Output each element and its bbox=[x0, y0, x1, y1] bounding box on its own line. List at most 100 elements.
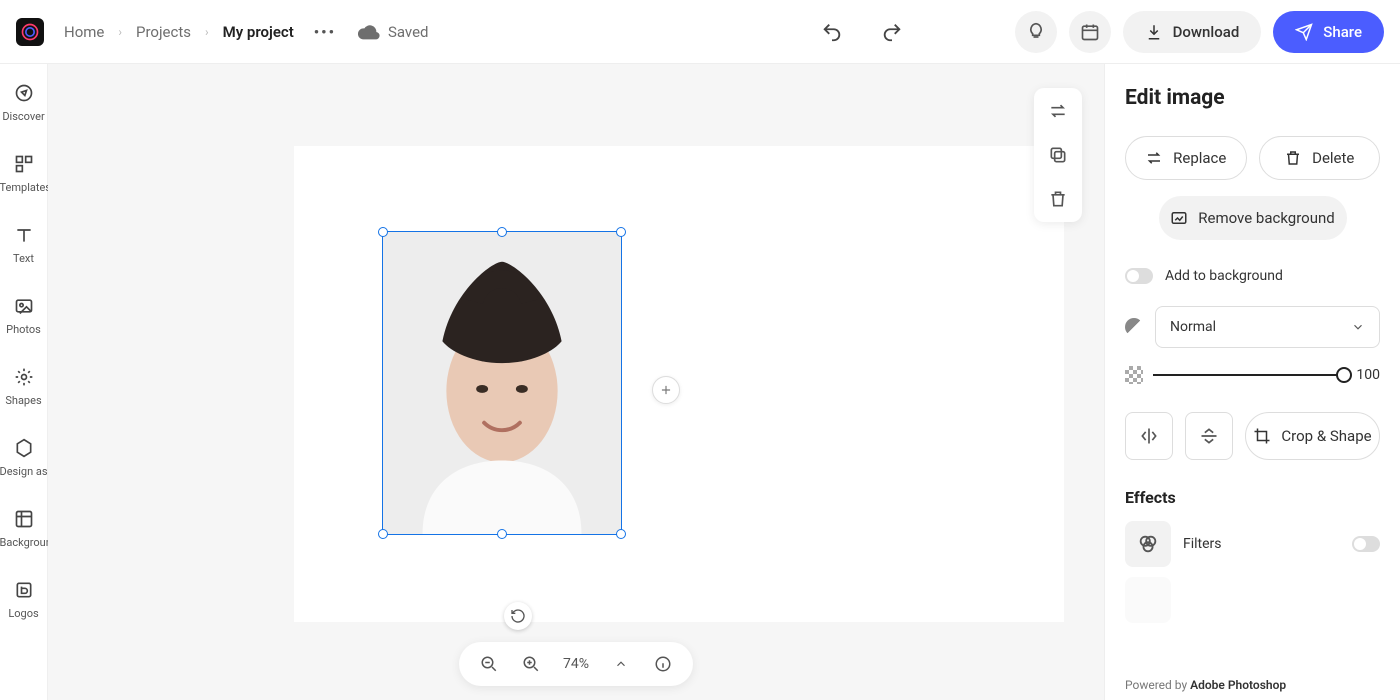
photos-icon bbox=[13, 295, 35, 317]
top-bar: Home › Projects › My project ••• Saved bbox=[0, 0, 1400, 64]
delete-label: Delete bbox=[1312, 149, 1354, 167]
rail-label: Text bbox=[0, 252, 48, 265]
resize-handle[interactable] bbox=[497, 529, 507, 539]
zoom-out-button[interactable] bbox=[479, 654, 499, 674]
app-logo[interactable] bbox=[16, 18, 44, 46]
blend-mode-select[interactable]: Normal bbox=[1155, 306, 1380, 348]
rail-label: Photos bbox=[0, 323, 48, 336]
rail-label: Shapes bbox=[0, 394, 48, 407]
powered-by: Powered by Adobe Photoshop bbox=[1125, 678, 1286, 692]
cloud-icon bbox=[358, 24, 380, 40]
info-button[interactable] bbox=[653, 654, 673, 674]
assets-icon bbox=[13, 437, 35, 459]
filters-label: Filters bbox=[1183, 536, 1340, 552]
hints-button[interactable] bbox=[1015, 11, 1057, 53]
zoom-level: 74% bbox=[563, 656, 589, 672]
replace-label: Replace bbox=[1173, 149, 1226, 167]
right-panel: Edit image Replace Delete Remove backgro… bbox=[1104, 64, 1400, 700]
chevron-down-icon bbox=[1351, 320, 1365, 334]
resize-handle[interactable] bbox=[616, 227, 626, 237]
undo-button[interactable] bbox=[811, 11, 853, 53]
zoom-menu-button[interactable] bbox=[611, 654, 631, 674]
swap-icon[interactable] bbox=[1047, 100, 1069, 122]
rail-backgrounds[interactable]: Backgrounds bbox=[0, 508, 48, 549]
rail-label: Backgrounds bbox=[0, 536, 48, 549]
rail-shapes[interactable]: Shapes bbox=[0, 366, 48, 407]
shapes-icon bbox=[13, 366, 35, 388]
download-icon bbox=[1145, 23, 1163, 41]
logos-icon bbox=[13, 579, 35, 601]
rail-design-assets[interactable]: Design assets bbox=[0, 437, 48, 478]
remove-bg-icon bbox=[1170, 209, 1188, 227]
download-button[interactable]: Download bbox=[1123, 11, 1262, 53]
rotate-handle[interactable] bbox=[504, 602, 532, 630]
crop-shape-button[interactable]: Crop & Shape bbox=[1245, 412, 1380, 460]
filters-toggle[interactable] bbox=[1352, 536, 1380, 552]
image-content bbox=[383, 232, 621, 534]
effect-row-placeholder bbox=[1125, 577, 1380, 623]
effect-icon bbox=[1125, 577, 1171, 623]
opacity-value: 100 bbox=[1354, 367, 1380, 383]
replace-button[interactable]: Replace bbox=[1125, 136, 1247, 180]
compass-icon bbox=[13, 82, 35, 104]
breadcrumb-home[interactable]: Home bbox=[64, 23, 104, 41]
canvas-quick-tools bbox=[1034, 88, 1082, 222]
add-to-background-toggle[interactable] bbox=[1125, 268, 1153, 284]
rail-label: Logos bbox=[0, 607, 48, 620]
opacity-icon bbox=[1125, 366, 1143, 384]
duplicate-icon[interactable] bbox=[1047, 144, 1069, 166]
crop-shape-label: Crop & Shape bbox=[1281, 427, 1371, 445]
send-icon bbox=[1295, 23, 1313, 41]
save-status: Saved bbox=[358, 23, 429, 41]
rail-discover[interactable]: Discover bbox=[0, 82, 48, 123]
resize-handle[interactable] bbox=[378, 227, 388, 237]
download-label: Download bbox=[1173, 23, 1240, 41]
breadcrumb-projects[interactable]: Projects bbox=[136, 23, 191, 41]
opacity-slider[interactable] bbox=[1153, 374, 1344, 376]
flip-horizontal-button[interactable] bbox=[1125, 412, 1173, 460]
rail-label: Templates bbox=[0, 181, 48, 194]
trash-icon[interactable] bbox=[1047, 188, 1069, 210]
breadcrumb: Home › Projects › My project ••• bbox=[64, 23, 336, 41]
zoom-in-button[interactable] bbox=[521, 654, 541, 674]
add-element-button[interactable] bbox=[652, 376, 680, 404]
remove-bg-label: Remove background bbox=[1198, 209, 1334, 227]
blend-mode-value: Normal bbox=[1170, 319, 1216, 335]
remove-background-button[interactable]: Remove background bbox=[1159, 196, 1347, 240]
chevron-right-icon: › bbox=[118, 25, 122, 39]
zoom-bar: 74% bbox=[459, 642, 693, 686]
rail-text[interactable]: Text bbox=[0, 224, 48, 265]
blend-mode-icon bbox=[1125, 318, 1143, 336]
effect-filters-row[interactable]: Filters bbox=[1125, 521, 1380, 567]
crop-icon bbox=[1253, 427, 1271, 445]
rail-photos[interactable]: Photos bbox=[0, 295, 48, 336]
breadcrumb-more-button[interactable]: ••• bbox=[314, 23, 336, 41]
rail-label: Discover bbox=[0, 110, 48, 123]
canvas-area[interactable]: 74% bbox=[48, 64, 1104, 700]
breadcrumb-current[interactable]: My project bbox=[223, 23, 294, 41]
rail-templates[interactable]: Templates bbox=[0, 153, 48, 194]
effects-heading: Effects bbox=[1125, 488, 1380, 507]
trash-icon bbox=[1284, 149, 1302, 167]
replace-icon bbox=[1145, 149, 1163, 167]
rail-logos[interactable]: Logos bbox=[0, 579, 48, 620]
slider-knob[interactable] bbox=[1336, 367, 1352, 383]
filters-icon bbox=[1125, 521, 1171, 567]
save-status-label: Saved bbox=[388, 23, 429, 41]
resize-handle[interactable] bbox=[497, 227, 507, 237]
share-label: Share bbox=[1323, 23, 1362, 41]
redo-button[interactable] bbox=[871, 11, 913, 53]
resize-handle[interactable] bbox=[616, 529, 626, 539]
rail-label: Design assets bbox=[0, 465, 48, 478]
left-rail: Discover Templates Text Photos Shapes De… bbox=[0, 64, 48, 700]
panel-title: Edit image bbox=[1125, 86, 1380, 110]
text-icon bbox=[13, 224, 35, 246]
delete-button[interactable]: Delete bbox=[1259, 136, 1381, 180]
templates-icon bbox=[13, 153, 35, 175]
flip-vertical-button[interactable] bbox=[1185, 412, 1233, 460]
resize-handle[interactable] bbox=[378, 529, 388, 539]
chevron-right-icon: › bbox=[205, 25, 209, 39]
share-button[interactable]: Share bbox=[1273, 11, 1384, 53]
selected-image[interactable] bbox=[382, 231, 622, 535]
calendar-button[interactable] bbox=[1069, 11, 1111, 53]
